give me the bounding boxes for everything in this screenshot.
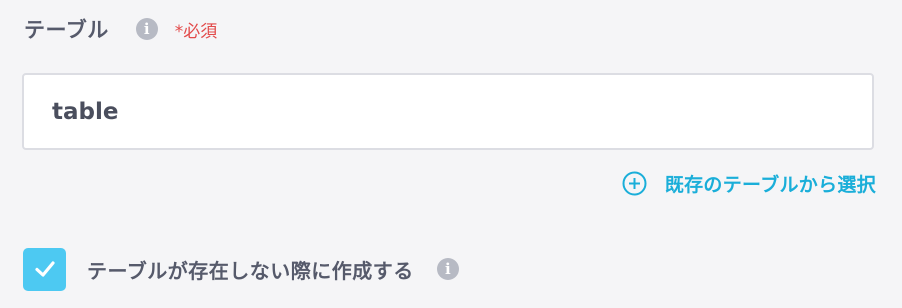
create-if-missing-label[interactable]: テーブルが存在しない際に作成する (87, 255, 414, 284)
create-if-missing-checkbox[interactable] (23, 247, 66, 291)
checkmark-icon (34, 261, 55, 277)
table-field-label: テーブル (24, 18, 109, 42)
plus-circle-icon (622, 171, 647, 196)
create-if-missing-option: テーブルが存在しない際に作成する i (23, 247, 459, 291)
info-icon[interactable]: i (135, 18, 158, 40)
table-name-input[interactable] (22, 73, 874, 150)
required-indicator: *必須 (174, 21, 218, 42)
info-icon[interactable]: i (436, 258, 459, 280)
select-existing-table-link[interactable]: 既存のテーブルから選択 (622, 166, 876, 200)
select-existing-label: 既存のテーブルから選択 (664, 173, 876, 196)
table-field-header: テーブル i *必須 (24, 14, 217, 44)
